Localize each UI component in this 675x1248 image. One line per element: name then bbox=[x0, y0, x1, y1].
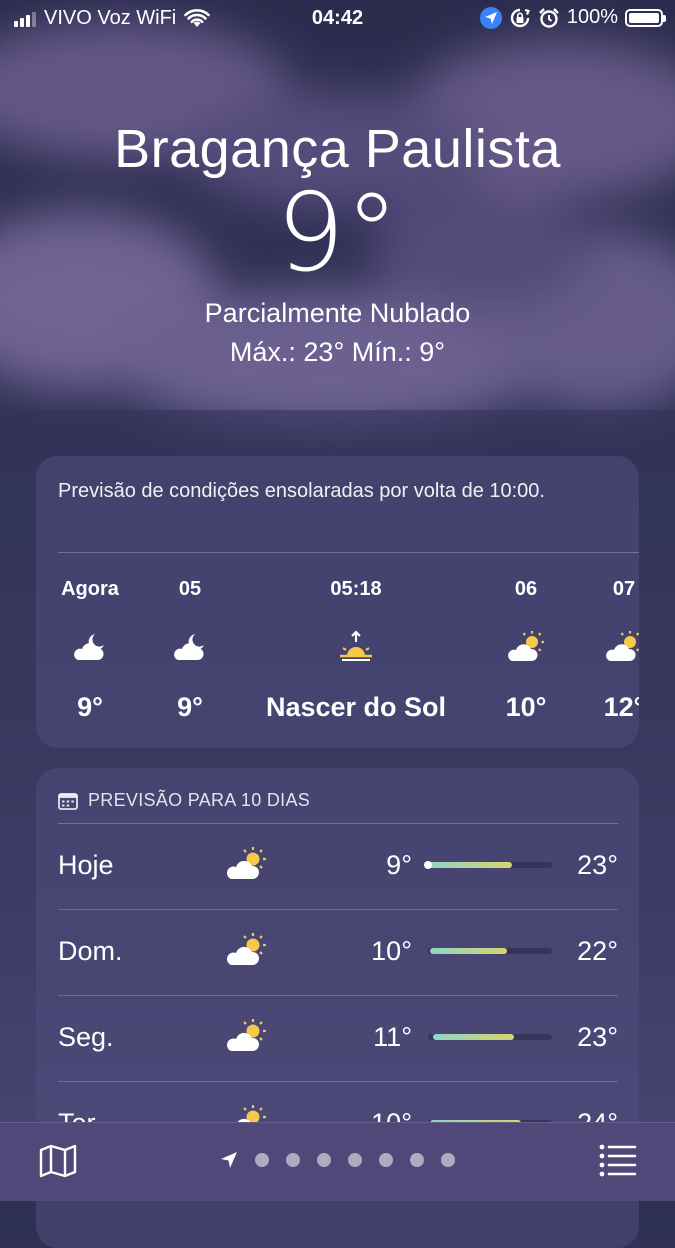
sun-cloud-icon bbox=[227, 1019, 266, 1051]
day-high-temp: 23° bbox=[577, 1022, 618, 1052]
map-icon[interactable] bbox=[38, 1143, 78, 1179]
day-name: Seg. bbox=[58, 1022, 114, 1052]
day-row[interactable]: Hoje 9° 23° bbox=[58, 824, 618, 910]
page-dot[interactable] bbox=[379, 1153, 393, 1167]
hour-time: 06 bbox=[514, 578, 538, 600]
status-bar: VIVO Voz WiFi 04:42 100% bbox=[0, 0, 675, 38]
day-low-temp: 9° bbox=[386, 850, 412, 880]
battery-icon bbox=[625, 8, 666, 27]
hour-temperature: 10° bbox=[505, 692, 547, 722]
page-indicator[interactable] bbox=[220, 1151, 455, 1169]
range-fill bbox=[432, 1034, 514, 1040]
page-dot[interactable] bbox=[286, 1153, 300, 1167]
sun-cloud-icon bbox=[606, 631, 639, 661]
temperature-range-bar bbox=[428, 1034, 552, 1040]
sunrise-icon bbox=[340, 630, 372, 661]
calendar-icon bbox=[58, 792, 78, 810]
high-low-temperature: Máx.: 23° Mín.: 9° bbox=[229, 337, 446, 367]
alarm-icon bbox=[538, 7, 559, 28]
hour-time: Agora bbox=[61, 578, 119, 600]
list-icon[interactable] bbox=[599, 1143, 637, 1177]
moon-cloud-icon bbox=[174, 634, 204, 660]
sun-cloud-icon bbox=[508, 631, 544, 661]
range-fill bbox=[428, 862, 513, 868]
sun-cloud-icon bbox=[227, 933, 266, 965]
hour-temperature: 9° bbox=[177, 692, 203, 722]
day-high-temp: 22° bbox=[577, 936, 618, 966]
day-name: Dom. bbox=[58, 936, 123, 966]
page-dot[interactable] bbox=[255, 1153, 269, 1167]
temperature-range-bar bbox=[424, 861, 552, 869]
day-name: Hoje bbox=[58, 850, 114, 880]
rotation-lock-icon bbox=[510, 8, 530, 27]
location-arrow-icon[interactable] bbox=[220, 1151, 238, 1169]
day-low-temp: 11° bbox=[373, 1022, 412, 1052]
hour-time: 05:18 bbox=[330, 578, 382, 600]
location-icon bbox=[479, 6, 502, 29]
day-low-temp: 10° bbox=[371, 936, 412, 966]
day-row[interactable]: Seg. 11° 23° bbox=[58, 996, 618, 1082]
current-temp-marker bbox=[424, 861, 432, 869]
hour-time: 05 bbox=[178, 578, 202, 600]
hourly-forecast-card[interactable]: Previsão de condições ensolaradas por vo… bbox=[36, 456, 639, 748]
range-fill bbox=[430, 948, 508, 954]
page-dot[interactable] bbox=[441, 1153, 455, 1167]
battery-percent: 100% bbox=[566, 6, 618, 28]
temperature-range-bar bbox=[428, 948, 552, 954]
sunrise-label: Nascer do Sol bbox=[265, 692, 447, 722]
page-dot[interactable] bbox=[317, 1153, 331, 1167]
hour-temperature: 9° bbox=[77, 692, 103, 722]
day-row[interactable]: Dom. 10° 22° bbox=[58, 910, 618, 996]
forecast-summary: Previsão de condições ensolaradas por vo… bbox=[58, 480, 545, 502]
day-high-temp: 23° bbox=[577, 850, 618, 880]
hour-time: 07 bbox=[612, 578, 636, 600]
page-dot[interactable] bbox=[410, 1153, 424, 1167]
current-temperature: 9° bbox=[276, 171, 399, 296]
moon-cloud-icon bbox=[74, 634, 104, 660]
ten-day-header: PREVISÃO PARA 10 DIAS bbox=[58, 790, 310, 811]
hourly-scroll-list[interactable]: Agora 9° 05 9° 05:18 Nascer do Sol 06 10… bbox=[36, 552, 639, 742]
page-dot[interactable] bbox=[348, 1153, 362, 1167]
sun-cloud-icon bbox=[227, 847, 266, 879]
current-condition: Parcialmente Nublado bbox=[204, 298, 471, 328]
hour-temperature: 12° bbox=[603, 692, 639, 722]
bottom-toolbar bbox=[0, 1122, 675, 1201]
ten-day-header-label: PREVISÃO PARA 10 DIAS bbox=[88, 790, 311, 810]
